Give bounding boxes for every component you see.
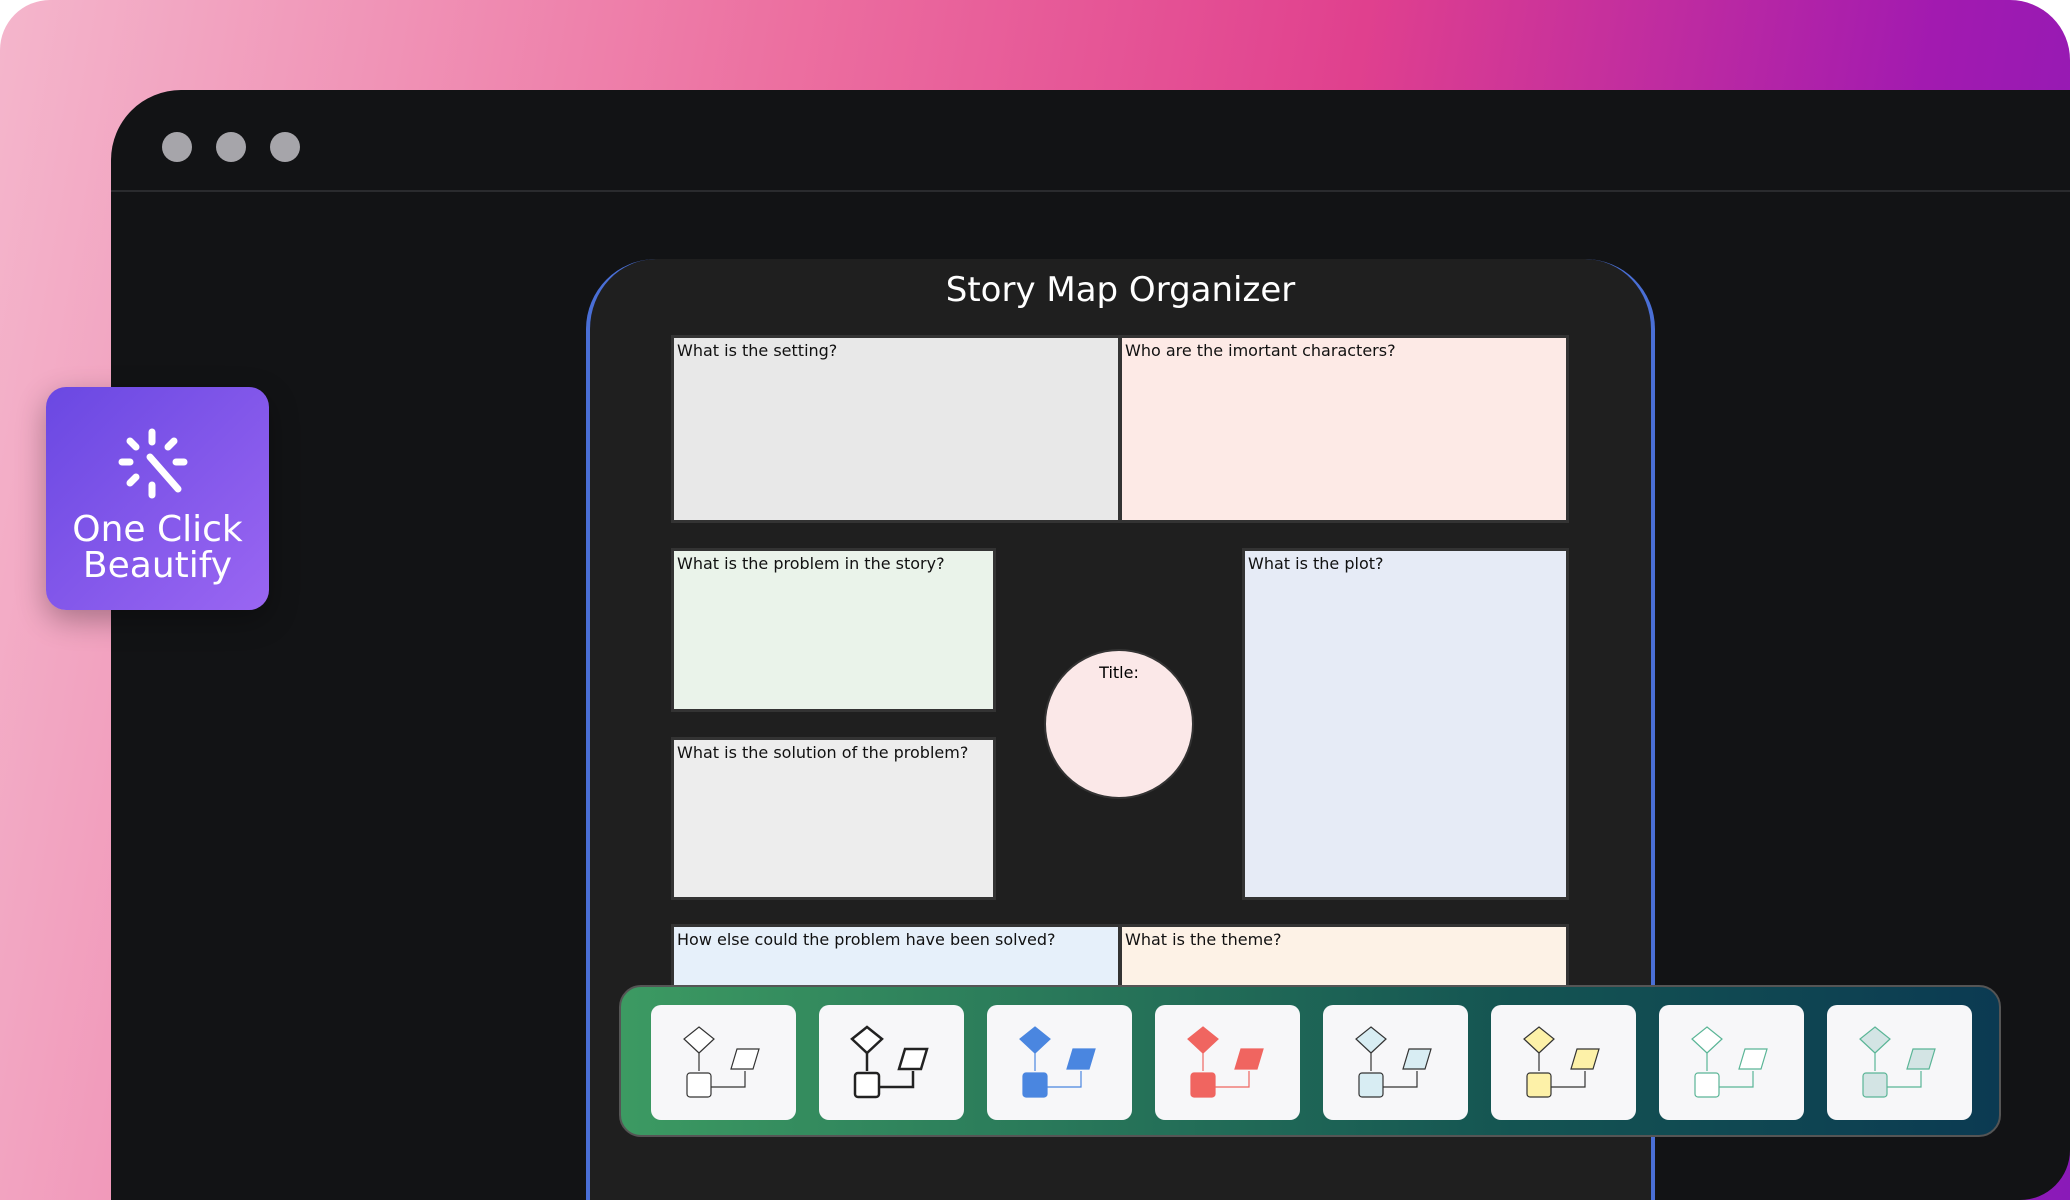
flowchart-theme-icon: [1523, 1026, 1600, 1098]
flowchart-theme-icon: [1691, 1026, 1768, 1098]
box-characters[interactable]: Who are the imortant characters?: [1119, 335, 1569, 523]
flowchart-theme-icon: [1187, 1026, 1264, 1098]
flowchart-theme-icon: [850, 1025, 929, 1099]
magic-wand-sparkle-icon: [118, 428, 188, 499]
badge-label-line2: Beautify: [82, 545, 233, 586]
theme-card-red[interactable]: [1155, 1005, 1300, 1120]
title-circle[interactable]: Title:: [1044, 649, 1194, 799]
diagram-title: Story Map Organizer: [945, 270, 1296, 310]
flowchart-theme-icon: [1019, 1026, 1096, 1098]
titlebar-divider: [111, 190, 2070, 192]
badge-label-line1: One Click: [72, 509, 243, 550]
flowchart-theme-icon: [683, 1026, 760, 1098]
theme-card-light-blue[interactable]: [1323, 1005, 1468, 1120]
theme-card-blue[interactable]: [987, 1005, 1132, 1120]
theme-card-outline-bold[interactable]: [819, 1005, 964, 1120]
box-plot[interactable]: What is the plot?: [1242, 548, 1569, 900]
window-dot-minimize[interactable]: [216, 132, 246, 162]
flowchart-theme-icon: [1355, 1026, 1432, 1098]
window-dot-close[interactable]: [162, 132, 192, 162]
theme-card-muted-teal[interactable]: [1827, 1005, 1972, 1120]
box-problem[interactable]: What is the problem in the story?: [671, 548, 996, 712]
theme-card-outline-thin[interactable]: [651, 1005, 796, 1120]
box-solution[interactable]: What is the solution of the problem?: [671, 737, 996, 900]
theme-toolbar: [619, 985, 2001, 1137]
window-dot-maximize[interactable]: [270, 132, 300, 162]
theme-card-yellow[interactable]: [1491, 1005, 1636, 1120]
flowchart-theme-icon: [1859, 1026, 1936, 1098]
box-setting[interactable]: What is the setting?: [671, 335, 1121, 523]
theme-card-green-outline[interactable]: [1659, 1005, 1804, 1120]
one-click-beautify-button[interactable]: One Click Beautify: [46, 387, 269, 610]
